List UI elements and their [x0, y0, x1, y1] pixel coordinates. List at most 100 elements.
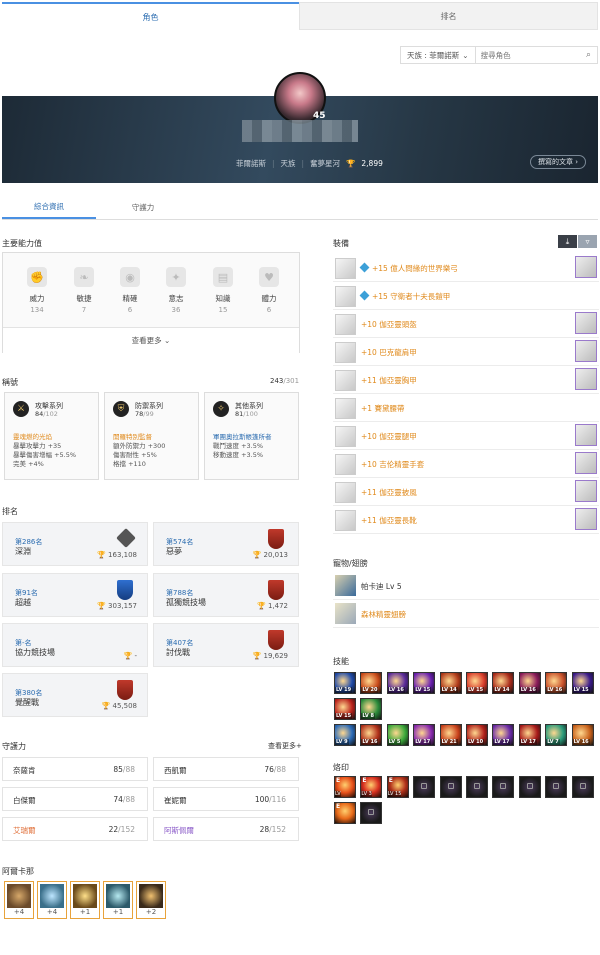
skill-level: LV 14 — [493, 687, 511, 693]
arcana-card[interactable]: +1 — [70, 881, 100, 919]
stigma-icon[interactable]: E — [334, 802, 356, 824]
skill-level: LV 19 — [335, 687, 353, 693]
equipment-row[interactable]: +10 巴克龍肩甲 — [333, 338, 599, 366]
rank-card-awakening[interactable]: 第380名 覺醒戰 🏆 45,508 — [2, 673, 148, 717]
guardian-more-button[interactable]: 查看更多+ — [268, 741, 302, 751]
arcana-card[interactable]: +4 — [37, 881, 67, 919]
equipment-row[interactable]: +11 伽亞靈披風 — [333, 478, 599, 506]
title-card-defense[interactable]: ⛨ 防禦系列 78/99 開羅特別監督 額外防禦力 +300 傷害耐性 +5% … — [104, 392, 199, 480]
belt-icon — [335, 398, 356, 419]
rank-card-transcend[interactable]: 第91名 超越 🏆 303,157 — [2, 573, 148, 617]
stat-accuracy: ◉ 精確 6 — [110, 267, 150, 314]
skill-icon[interactable]: LV 16 — [571, 724, 594, 746]
wing-row[interactable]: 森林精靈翅膀 — [333, 600, 599, 628]
arcana-card[interactable]: +2 — [136, 881, 166, 919]
stigma-locked-slot[interactable] — [413, 776, 436, 798]
equipment-row[interactable]: +15 億人問緣的世界樂弓 — [333, 254, 599, 282]
equipment-row[interactable]: +11 伽亞靈胸甲 — [333, 366, 599, 394]
skill-icon[interactable]: LV 8 — [360, 698, 383, 720]
lock-icon — [579, 783, 586, 789]
stigma-locked-slot[interactable] — [439, 776, 462, 798]
skill-icon[interactable]: LV 19 — [334, 672, 356, 694]
stats-more-button[interactable]: 查看更多 ⌄ — [3, 327, 299, 353]
skill-level: LV 15 — [335, 713, 353, 719]
stigma-locked-slot[interactable] — [466, 776, 488, 798]
skill-icon[interactable]: LV 15 — [334, 698, 356, 720]
equipment-row[interactable]: +1 賽黛腰帶 — [333, 394, 599, 422]
stigma-locked-slot[interactable] — [571, 776, 594, 798]
rank-card-abyss[interactable]: 第286名 深淵 🏆 163,108 — [2, 522, 148, 566]
character-meta: 菲爾諾斯 | 天族 | 奮夢星河 🏆 2,899 — [236, 159, 383, 168]
skill-icon[interactable]: LV 17 — [518, 724, 541, 746]
tab-character[interactable]: 角色 — [2, 2, 299, 30]
stigma-slot-e: E — [336, 803, 341, 810]
view-gem-icon[interactable]: ▿ — [578, 235, 597, 248]
server-select[interactable]: 天族 : 菲爾諾斯 ⌄ — [401, 47, 476, 63]
skill-icon[interactable]: LV 15 — [571, 672, 594, 694]
skill-icon[interactable]: LV 14 — [439, 672, 462, 694]
guardian-title: 守護力 — [2, 742, 26, 751]
guardian-row: 阿斯佩爾 28/152 — [153, 817, 299, 841]
skill-icon[interactable]: LV 16 — [386, 672, 409, 694]
rank-card-subjugation[interactable]: 第407名 討伐戰 🏆 19,629 — [153, 623, 299, 667]
trophy-icon: 🏆 — [97, 602, 106, 610]
tab-overview[interactable]: 綜合資訊 — [2, 196, 96, 219]
stigma-locked-slot[interactable] — [360, 802, 383, 824]
lock-icon — [447, 783, 454, 789]
rank-card-solo-arena[interactable]: 第788名 孤獨競技場 🏆 1,472 — [153, 573, 299, 617]
arcana-card-icon — [139, 884, 163, 908]
title-card-other[interactable]: ✧ 其他系列 81/100 軍團奧拉斯帳篷所者 戰鬥速度 +3.5% 移動速度 … — [204, 392, 299, 480]
stigma-icon[interactable]: E LV — [334, 776, 356, 798]
skill-icon[interactable]: LV 16 — [518, 672, 541, 694]
race-name: 天族 — [280, 159, 296, 168]
search-input[interactable] — [475, 47, 580, 63]
stigma-icon[interactable]: E LV 15 — [386, 776, 409, 798]
chevron-down-icon: ⌄ — [462, 50, 469, 60]
rank-badge-icon — [116, 528, 136, 548]
skill-icon[interactable]: LV 17 — [492, 724, 515, 746]
skill-icon[interactable]: LV 15 — [413, 672, 436, 694]
stigma-icon[interactable]: E LV 3 — [360, 776, 383, 798]
posts-button-label: 撰寫的文章 — [537, 158, 573, 166]
equipment-row[interactable]: +10 伽亞靈腿甲 — [333, 422, 599, 450]
tab-ranking[interactable]: 排名 — [299, 2, 598, 30]
gloves-icon — [335, 454, 356, 475]
skill-icon[interactable]: LV 17 — [413, 724, 436, 746]
pet-icon — [335, 575, 356, 596]
skill-icon[interactable]: LV 7 — [545, 724, 568, 746]
view-detail-icon[interactable]: ⤓ — [558, 235, 577, 248]
stigma-locked-slot[interactable] — [545, 776, 568, 798]
skill-icon[interactable]: LV 15 — [466, 672, 488, 694]
arcana-card[interactable]: +1 — [103, 881, 133, 919]
equipment-row[interactable]: +10 吉伦精靈手套 — [333, 450, 599, 478]
skill-icon[interactable]: LV 9 — [334, 724, 356, 746]
skill-icon[interactable]: LV 20 — [360, 672, 383, 694]
skill-icon[interactable]: LV 21 — [439, 724, 462, 746]
guardian-row: 崔妮爾 100/116 — [153, 787, 299, 811]
rank-card-nightmare[interactable]: 第574名 惡夢 🏆 20,013 — [153, 522, 299, 566]
stigma-locked-slot[interactable] — [492, 776, 515, 798]
posts-button[interactable]: 撰寫的文章 › — [530, 155, 586, 169]
skill-icon[interactable]: LV 16 — [545, 672, 568, 694]
skill-icon[interactable]: LV 14 — [492, 672, 515, 694]
feather-icon: ❧ — [74, 267, 94, 287]
stigma-locked-slot[interactable] — [518, 776, 541, 798]
tab-guardian[interactable]: 守護力 — [96, 196, 190, 219]
title-card-attack[interactable]: ⚔ 攻擊系列 84/102 靈魂燃的光焰 暴擊攻擊力 +35 暴擊傷害增幅 +5… — [4, 392, 99, 480]
trophy-icon: 🏆 — [123, 652, 133, 660]
weapon-icon — [335, 258, 356, 279]
skill-icon[interactable]: LV 5 — [386, 724, 409, 746]
skill-icon[interactable]: LV 16 — [360, 724, 383, 746]
skill-icon[interactable]: LV 10 — [466, 724, 488, 746]
search-icon[interactable]: ⌕ — [580, 50, 597, 60]
pet-row[interactable]: 帕卡迪 Lv 5 — [333, 572, 599, 600]
arcana-card[interactable]: +4 — [4, 881, 34, 919]
ranking-title: 排名 — [2, 507, 18, 516]
equipment-row[interactable]: +10 伽亞靈頭盔 — [333, 310, 599, 338]
skin-icon — [575, 508, 597, 530]
skills-title: 技能 — [333, 657, 349, 666]
rank-card-coop-arena[interactable]: 第-名 協力競技場 🏆 - — [2, 623, 148, 667]
rank-badge-icon — [117, 680, 133, 700]
equipment-row[interactable]: +15 守衛者十夫長鎧甲 — [333, 282, 599, 310]
equipment-row[interactable]: +11 伽亞靈長靴 — [333, 506, 599, 534]
